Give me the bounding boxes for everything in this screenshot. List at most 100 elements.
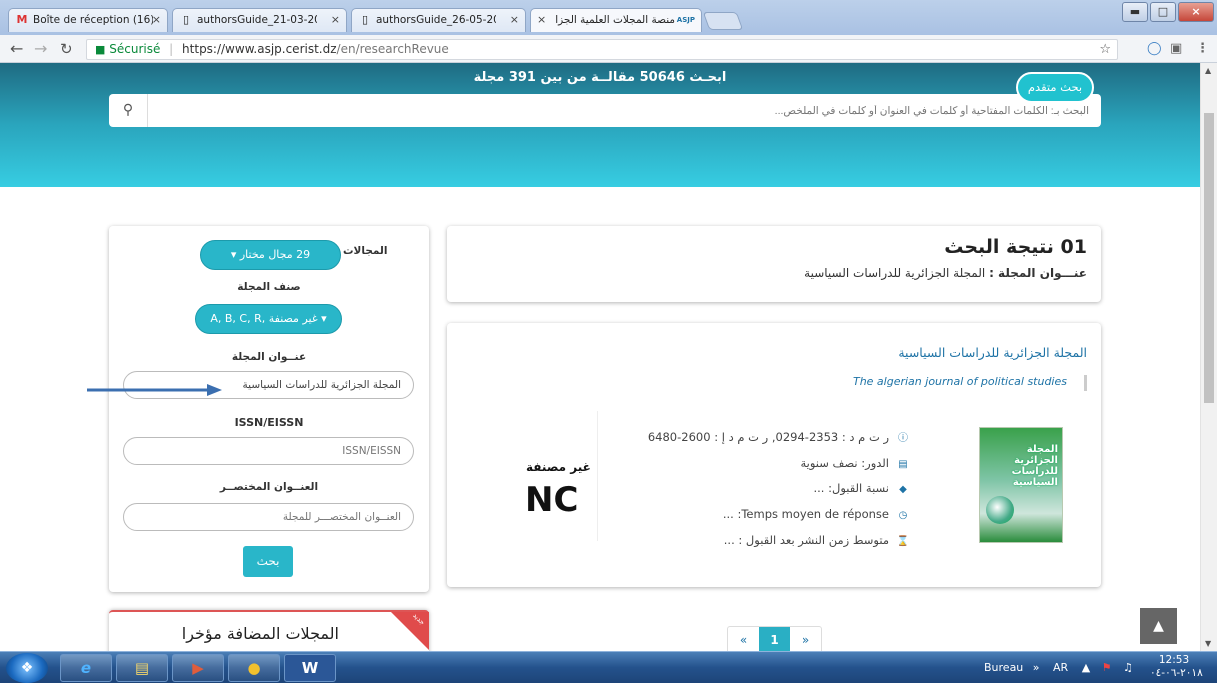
short-title-label: العنــوان المختصــر [219, 481, 319, 493]
journal-card: المجلة الجزائرية للدراسات السياسية The a… [447, 323, 1101, 587]
explorer-icon[interactable]: ▤ [116, 654, 168, 682]
windows-taskbar: ❖ e ▤ ▶ ● W Bureau » AR ▲ ⚑ ♫ 12:53 ٢٠١٨… [0, 651, 1217, 683]
next-page-button[interactable]: » [790, 627, 821, 653]
search-icon[interactable]: ⚲ [109, 94, 148, 127]
meta-frequency-text: الدور: نصف سنوية [800, 456, 889, 470]
reload-icon[interactable]: ↻ [60, 39, 73, 59]
calendar-icon: ▤ [898, 459, 908, 470]
gmail-icon: M [16, 13, 28, 26]
class-dropdown[interactable]: A, B, C, R, غير مصنفة ▾ [195, 304, 342, 334]
close-icon[interactable]: × [510, 9, 519, 31]
annotation-arrow [87, 384, 222, 396]
url-path: /en/researchRevue [336, 42, 449, 56]
bureau-toolbar[interactable]: Bureau [984, 661, 1023, 674]
extension-icon[interactable]: ◯ [1147, 41, 1162, 56]
menu-icon[interactable]: ⋮ [1196, 41, 1209, 56]
fields-dropdown[interactable]: 29 مجال مختار ▾ [200, 240, 341, 270]
clock-time: 12:53 [1158, 654, 1190, 666]
fields-label: المجالات [343, 245, 388, 257]
extension-icon-2[interactable]: ▣ [1170, 41, 1182, 56]
network-icon[interactable]: ⚑ [1102, 661, 1112, 674]
globe-icon [986, 496, 1014, 524]
tab-gmail[interactable]: M Boîte de réception (16) - × [8, 8, 168, 32]
taskbar-clock[interactable]: 12:53 ٢٠١٨-٠٦-٠٤ [1150, 654, 1203, 680]
meta-acceptance-text: نسبة القبول: ... [813, 481, 889, 495]
result-title-value: المجلة الجزائرية للدراسات السياسية [804, 266, 986, 280]
minimize-button[interactable]: ▬ [1122, 2, 1148, 22]
toolbar-chevron-icon[interactable]: » [1033, 661, 1040, 674]
latest-journals-title: المجلات المضافة مؤخرا [181, 624, 339, 643]
bookmark-star-icon[interactable]: ☆ [1099, 40, 1111, 59]
result-title-line: عنـــوان المجلة : المجلة الجزائرية للدرا… [461, 266, 1087, 280]
meta-response-time: ◷ Temps moyen de réponse: ... [723, 507, 911, 521]
tab-authors-guide-1[interactable]: ▯ authorsGuide_21-03-201 × [172, 8, 347, 32]
journal-title-ar-link[interactable]: المجلة الجزائرية للدراسات السياسية [898, 345, 1087, 360]
prev-page-button[interactable]: « [728, 627, 759, 653]
cover-title: المجلة الجزائرية للدراسات السياسية [1011, 444, 1058, 488]
tab-title: Boîte de réception (16) - [33, 14, 153, 26]
classification-code: NC [525, 480, 579, 520]
url-host: https://www.asjp.cerist.dz [182, 42, 337, 56]
filter-sidebar: المجالات 29 مجال مختار ▾ صنف المجلة A, B… [109, 226, 429, 592]
search-bar: ⚲ [109, 94, 1101, 127]
ie-icon[interactable]: e [60, 654, 112, 682]
forward-icon[interactable]: → [34, 39, 47, 59]
start-button[interactable]: ❖ [6, 653, 48, 683]
issn-label: ISSN/EISSN [234, 416, 304, 429]
issn-input[interactable] [123, 437, 414, 465]
scroll-to-top-button[interactable]: ▲ [1140, 608, 1177, 644]
word-icon[interactable]: W [284, 654, 336, 682]
clock-icon: ◷ [898, 510, 908, 521]
advanced-search-button[interactable]: بحث متقدم [1016, 72, 1094, 103]
url-separator: | [169, 42, 174, 56]
tab-title: authorsGuide_21-03-201 [197, 14, 317, 26]
chrome-icon[interactable]: ● [228, 654, 280, 682]
journal-title-en: The algerian journal of political studie… [852, 375, 1067, 388]
title-divider [1084, 375, 1087, 391]
meta-frequency: ▤ الدور: نصف سنوية [800, 456, 911, 470]
close-icon[interactable]: × [537, 9, 546, 31]
journal-title-label: عنــوان المجلة [231, 351, 307, 363]
document-icon: ▯ [182, 13, 190, 26]
tray-expand-icon[interactable]: ▲ [1082, 661, 1090, 674]
close-icon[interactable]: × [152, 9, 161, 31]
meta-issn-text: ر ت م د : 2353-0294, ر ت م د إ : 2600-64… [647, 430, 889, 444]
journal-cover-image[interactable]: المجلة الجزائرية للدراسات السياسية [979, 427, 1063, 543]
scroll-up-icon[interactable]: ▲ [1205, 66, 1211, 75]
current-page-button[interactable]: 1 [759, 627, 790, 653]
clock-date: ٢٠١٨-٠٦-٠٤ [1150, 667, 1203, 679]
url-field[interactable]: ■ Sécurisé | https://www.asjp.cerist.dz/… [86, 39, 1118, 60]
volume-icon[interactable]: ♫ [1123, 661, 1133, 674]
secure-label: Sécurisé [109, 42, 161, 56]
language-indicator[interactable]: AR [1053, 661, 1068, 674]
maximize-button[interactable]: □ [1150, 2, 1176, 22]
back-icon[interactable]: ← [10, 39, 23, 59]
window-close-button[interactable]: × [1178, 2, 1214, 22]
meta-issn: ⓘ ر ت م د : 2353-0294, ر ت م د إ : 2600-6… [648, 429, 911, 444]
scrollbar-thumb[interactable] [1204, 113, 1214, 403]
sidebar-search-button[interactable]: بحث [243, 546, 293, 577]
meta-response-time-text: Temps moyen de réponse: ... [722, 507, 889, 521]
tab-title: منصة المجلات العلمية الجزائرية [555, 14, 675, 26]
tag-icon: ◆ [899, 484, 907, 495]
lock-icon: ■ [95, 43, 106, 56]
result-count: 01 نتيجة البحث [944, 236, 1087, 258]
tab-asjp[interactable]: ASJP منصة المجلات العلمية الجزائرية × [530, 8, 702, 32]
short-title-input[interactable] [123, 503, 414, 531]
meta-acceptance: ◆ نسبة القبول: ... [813, 481, 911, 495]
media-player-icon[interactable]: ▶ [172, 654, 224, 682]
asjp-favicon: ASJP [676, 16, 695, 24]
close-icon[interactable]: × [331, 9, 340, 31]
card-divider [597, 411, 598, 541]
page-scrollbar[interactable]: ▲ ▼ [1200, 63, 1217, 651]
scroll-down-icon[interactable]: ▼ [1205, 639, 1211, 648]
address-bar: ← → ↻ ■ Sécurisé | https://www.asjp.ceri… [0, 35, 1217, 63]
tab-authors-guide-2[interactable]: ▯ authorsGuide_26-05-201 × [351, 8, 526, 32]
browser-tab-bar: M Boîte de réception (16) - × ▯ authorsG… [0, 0, 1217, 35]
result-summary: 01 نتيجة البحث عنـــوان المجلة : المجلة … [447, 226, 1101, 302]
pagination: « 1 » [727, 626, 822, 654]
system-tray: Bureau » AR ▲ ⚑ ♫ [984, 652, 1133, 683]
latest-journals-panel: جديد المجلات المضافة مؤخرا [109, 610, 429, 655]
new-tab-button[interactable] [702, 12, 744, 30]
search-input[interactable] [149, 94, 1099, 127]
